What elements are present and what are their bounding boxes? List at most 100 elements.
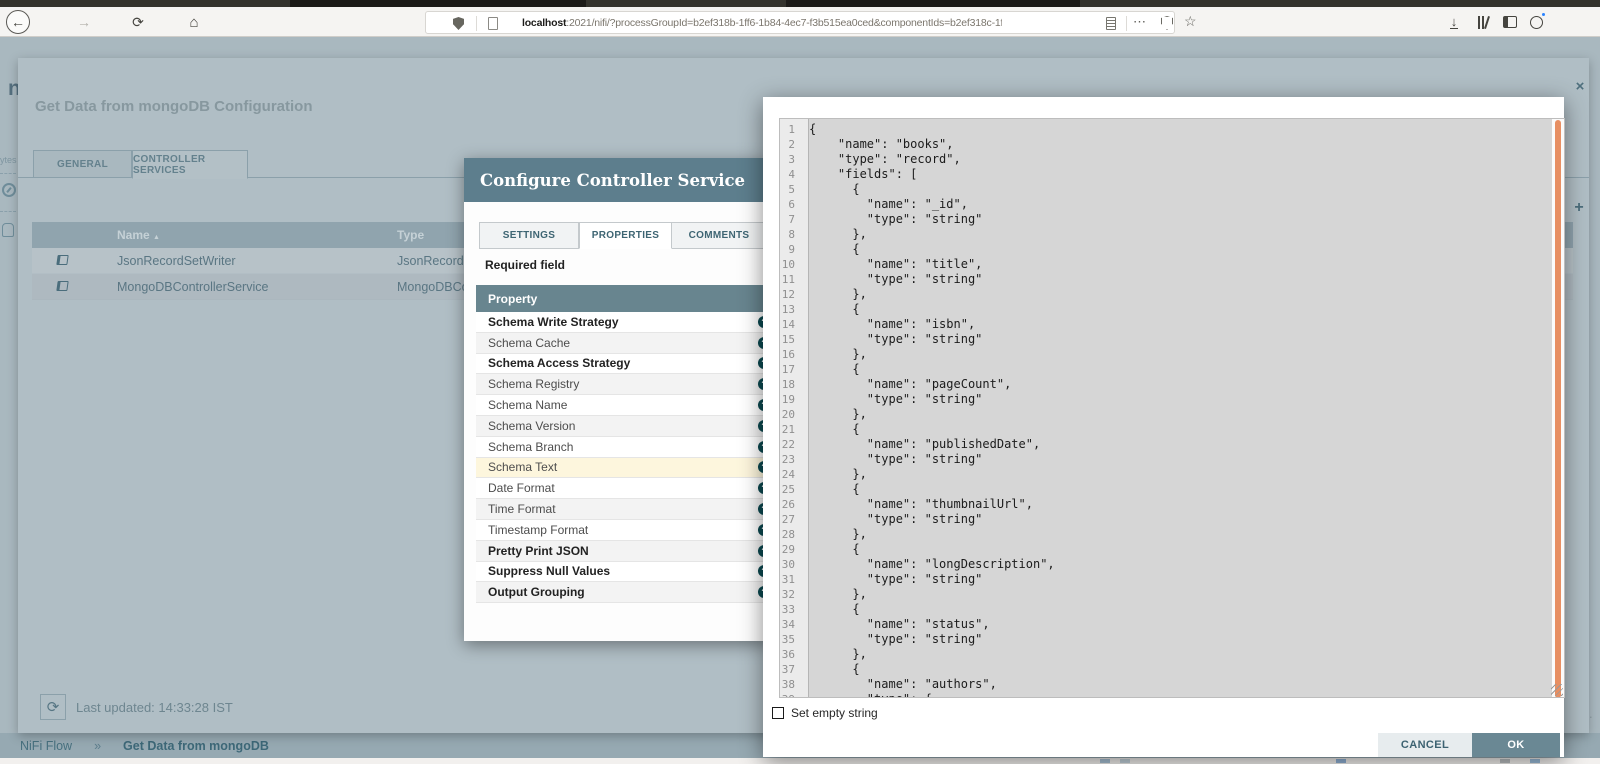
url-host: localhost — [522, 17, 566, 29]
dialog-tabs: SETTINGS PROPERTIES COMMENTS — [479, 222, 767, 249]
code-line: 19 "type": "string" — [780, 392, 1564, 407]
code-line: 30 "name": "longDescription", — [780, 557, 1564, 572]
property-row[interactable]: Schema Text? — [476, 458, 782, 479]
code-text: }, — [804, 287, 867, 302]
property-row[interactable]: Schema Branch? — [476, 437, 782, 458]
tab-settings[interactable]: SETTINGS — [479, 222, 579, 249]
bookmark-star-icon[interactable]: ☆ — [1184, 13, 1197, 30]
canvas-left-fragment-text: ytes — [0, 155, 17, 165]
page-info-icon[interactable] — [488, 17, 498, 30]
code-line: 3 "type": "record", — [780, 152, 1564, 167]
code-text: { — [804, 122, 816, 137]
pan-hand-icon[interactable] — [2, 223, 14, 237]
schema-text-editor[interactable]: 1{2 "name": "books",3 "type": "record",4… — [779, 118, 1565, 698]
code-text: }, — [804, 527, 867, 542]
line-number: 36 — [780, 647, 804, 662]
tab-general[interactable]: GENERAL — [33, 150, 132, 178]
url-text[interactable]: localhost:2021/nifi/?processGroupId=b2ef… — [522, 16, 1002, 31]
property-row[interactable]: Output Grouping? — [476, 582, 782, 603]
screen: ← → ⟳ ⌂ localhost:2021/nifi/?processGrou… — [0, 0, 1600, 764]
navigate-gauge-icon[interactable] — [2, 183, 16, 197]
library-icon[interactable] — [1472, 10, 1496, 34]
property-label: Schema Branch — [488, 440, 758, 454]
property-row[interactable]: Date Format? — [476, 478, 782, 499]
sidebar-toggle-icon[interactable] — [1498, 10, 1522, 34]
line-number: 3 — [780, 152, 804, 167]
property-row[interactable]: Schema Access Strategy? — [476, 354, 782, 375]
line-number: 13 — [780, 302, 804, 317]
tab-comments[interactable]: COMMENTS — [672, 222, 767, 249]
property-label: Schema Text — [488, 460, 758, 474]
property-row[interactable]: Suppress Null Values? — [476, 562, 782, 583]
ok-button[interactable]: OK — [1472, 733, 1560, 757]
code-line: 39 "type": { — [780, 692, 1564, 698]
scrollbar-track[interactable] — [1552, 119, 1564, 697]
code-line: 24 }, — [780, 467, 1564, 482]
reader-mode-icon[interactable] — [1106, 17, 1116, 30]
breadcrumb-root-link[interactable]: NiFi Flow — [20, 739, 72, 753]
property-row[interactable]: Time Format? — [476, 499, 782, 520]
url-bar[interactable]: localhost:2021/nifi/?processGroupId=b2ef… — [425, 11, 1175, 34]
downloads-icon[interactable]: ↓ — [1442, 10, 1466, 34]
code-text: "type": "string" — [804, 452, 982, 467]
line-number: 17 — [780, 362, 804, 377]
property-row[interactable]: Pretty Print JSON? — [476, 541, 782, 562]
code-text: { — [804, 362, 860, 377]
line-number: 26 — [780, 497, 804, 512]
browser-toolbar: ← → ⟳ ⌂ localhost:2021/nifi/?processGrou… — [0, 7, 1600, 37]
name-column-header[interactable]: Name ▲ — [117, 228, 397, 242]
property-row[interactable]: Schema Name? — [476, 395, 782, 416]
page-actions-icon[interactable]: ⋯ — [1133, 14, 1147, 30]
forward-icon[interactable]: → — [72, 10, 96, 34]
browser-tab[interactable] — [786, 0, 1080, 7]
save-to-pocket-icon[interactable] — [1161, 16, 1173, 30]
property-label: Schema Registry — [488, 377, 758, 391]
code-line: 15 "type": "string" — [780, 332, 1564, 347]
set-empty-string-checkbox[interactable] — [772, 707, 784, 719]
code-line: 4 "fields": [ — [780, 167, 1564, 182]
code-text: }, — [804, 587, 867, 602]
code-line: 2 "name": "books", — [780, 137, 1564, 152]
home-icon[interactable]: ⌂ — [182, 10, 206, 34]
refresh-button[interactable]: ⟳ — [40, 694, 66, 720]
set-empty-string-row: Set empty string — [772, 706, 878, 720]
divider — [1126, 16, 1127, 31]
reload-icon[interactable]: ⟳ — [126, 10, 150, 34]
code-line: 35 "type": "string" — [780, 632, 1564, 647]
tracking-protection-shield-icon[interactable] — [453, 17, 464, 30]
add-controller-service-icon[interactable]: + — [1570, 199, 1588, 217]
service-name: JsonRecordSetWriter — [117, 254, 397, 268]
cancel-button[interactable]: CANCEL — [1378, 733, 1472, 757]
line-number: 35 — [780, 632, 804, 647]
code-text: "type": "string" — [804, 392, 982, 407]
code-text: "name": "authors", — [804, 677, 997, 692]
back-icon[interactable]: ← — [6, 10, 30, 34]
property-row[interactable]: Timestamp Format? — [476, 520, 782, 541]
service-name: MongoDBControllerService — [117, 280, 397, 294]
code-line: 29 { — [780, 542, 1564, 557]
line-number: 30 — [780, 557, 804, 572]
breadcrumb-current: Get Data from mongoDB — [123, 739, 269, 753]
tab-controller-services[interactable]: CONTROLLER SERVICES — [132, 150, 248, 179]
code-text: "name": "pageCount", — [804, 377, 1011, 392]
browser-tab[interactable] — [290, 0, 586, 7]
code-text: "type": "string" — [804, 212, 982, 227]
resize-handle[interactable] — [1551, 684, 1563, 696]
property-row[interactable]: Schema Cache? — [476, 333, 782, 354]
line-number: 24 — [780, 467, 804, 482]
property-row[interactable]: Schema Version? — [476, 416, 782, 437]
account-icon[interactable] — [1524, 10, 1548, 34]
property-row[interactable]: Schema Write Strategy? — [476, 312, 782, 333]
scrollbar-thumb[interactable] — [1555, 120, 1561, 698]
property-row[interactable]: Schema Registry? — [476, 374, 782, 395]
code-text: { — [804, 422, 860, 437]
code-text: { — [804, 602, 860, 617]
divider — [476, 16, 477, 31]
taskbar-fragment — [1336, 759, 1346, 763]
code-line: 31 "type": "string" — [780, 572, 1564, 587]
tab-properties[interactable]: PROPERTIES — [579, 222, 672, 249]
code-lines[interactable]: 1{2 "name": "books",3 "type": "record",4… — [780, 122, 1564, 698]
breadcrumb-separator: » — [94, 739, 101, 753]
close-icon[interactable]: × — [1571, 78, 1589, 96]
code-line: 18 "name": "pageCount", — [780, 377, 1564, 392]
